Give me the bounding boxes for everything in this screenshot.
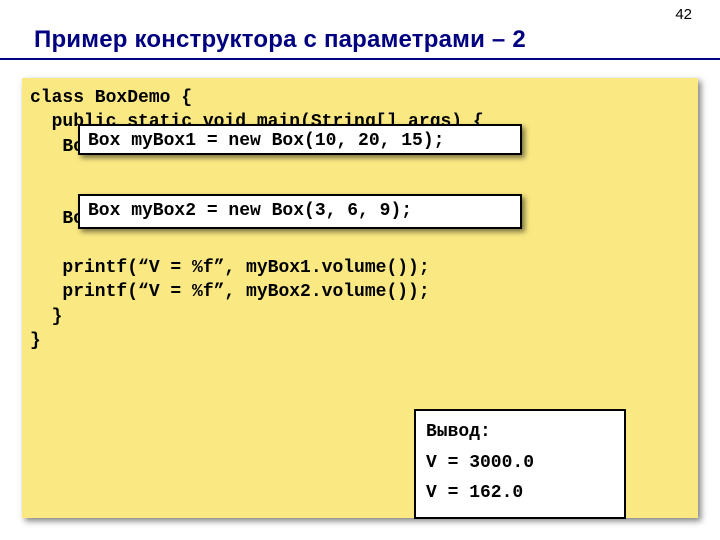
page-number: 42: [675, 6, 692, 23]
output-line-2: V = 162.0: [426, 478, 614, 509]
code-overlay-1: Box myBox1 = new Box(10, 20, 15);: [78, 124, 522, 155]
slide-title: Пример конструктора с параметрами – 2: [34, 26, 526, 54]
title-underline: [0, 58, 720, 60]
output-line-1: V = 3000.0: [426, 448, 614, 479]
output-box: Вывод: V = 3000.0 V = 162.0: [414, 409, 626, 519]
output-label: Вывод:: [426, 417, 614, 448]
code-overlay-2: Box myBox2 = new Box(3, 6, 9);: [78, 194, 522, 229]
